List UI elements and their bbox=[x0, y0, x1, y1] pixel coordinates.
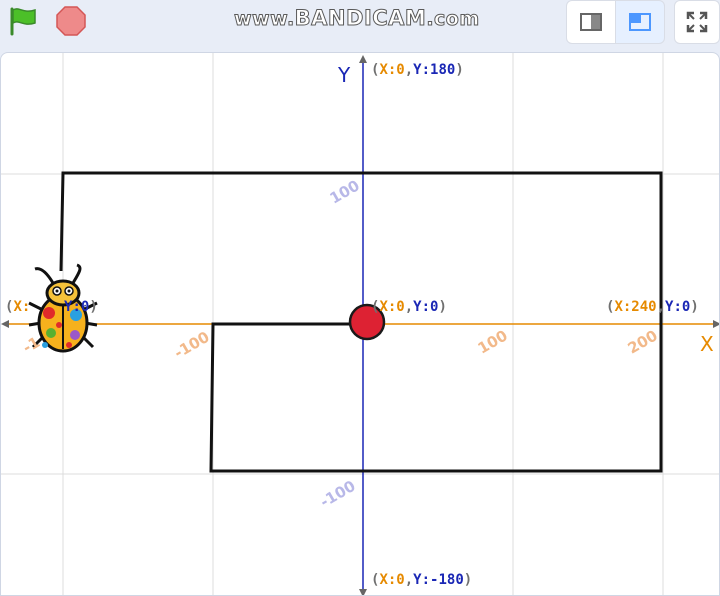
watermark-suffix: .com bbox=[426, 8, 480, 31]
y-axis-arrow-top bbox=[359, 55, 367, 63]
coord-label-right: (X:240,Y:0) bbox=[606, 299, 699, 315]
stop-button[interactable] bbox=[54, 4, 88, 38]
watermark-prefix: www. bbox=[234, 8, 295, 31]
small-stage-button[interactable] bbox=[566, 0, 616, 44]
y-axis-label: Y bbox=[338, 63, 351, 87]
stage-canvas[interactable]: Y X (X:0,Y:180) (X:0,Y:0) (X:240,Y:0) (X… bbox=[0, 52, 720, 596]
coord-label-origin: (X:0,Y:0) bbox=[371, 299, 447, 315]
coord-label-top: (X:0,Y:180) bbox=[371, 62, 464, 78]
green-flag-icon bbox=[10, 7, 36, 36]
normal-stage-icon bbox=[629, 13, 651, 31]
stop-sign-icon bbox=[56, 6, 86, 36]
y-axis-arrow-bottom bbox=[359, 589, 367, 595]
coord-label-left: (X: Y:0) bbox=[5, 299, 98, 315]
coord-label-bottom: (X:0,Y:-180) bbox=[371, 572, 473, 588]
bandicam-watermark: www.BANDICAM.com bbox=[234, 6, 480, 31]
fullscreen-icon bbox=[686, 11, 708, 33]
green-flag-button[interactable] bbox=[6, 4, 40, 38]
stage-drawing bbox=[1, 53, 719, 595]
x-axis-arrow-right bbox=[713, 320, 719, 328]
stage-header: www.BANDICAM.com bbox=[0, 0, 720, 50]
fullscreen-button[interactable] bbox=[674, 0, 720, 44]
watermark-brand: BANDICAM bbox=[294, 6, 427, 31]
x-axis-arrow-left bbox=[1, 320, 9, 328]
small-stage-icon bbox=[580, 13, 602, 31]
normal-stage-button[interactable] bbox=[615, 0, 665, 44]
x-axis-label: X bbox=[700, 332, 714, 356]
